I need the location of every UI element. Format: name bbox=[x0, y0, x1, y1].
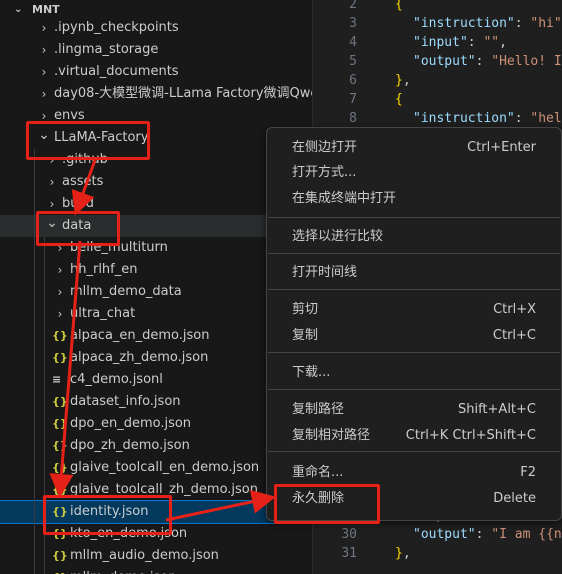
arrow-to-data bbox=[71, 159, 97, 216]
arrow-to-delete bbox=[165, 489, 276, 522]
arrow-to-identity bbox=[49, 240, 82, 498]
annotation-arrows bbox=[49, 159, 276, 522]
